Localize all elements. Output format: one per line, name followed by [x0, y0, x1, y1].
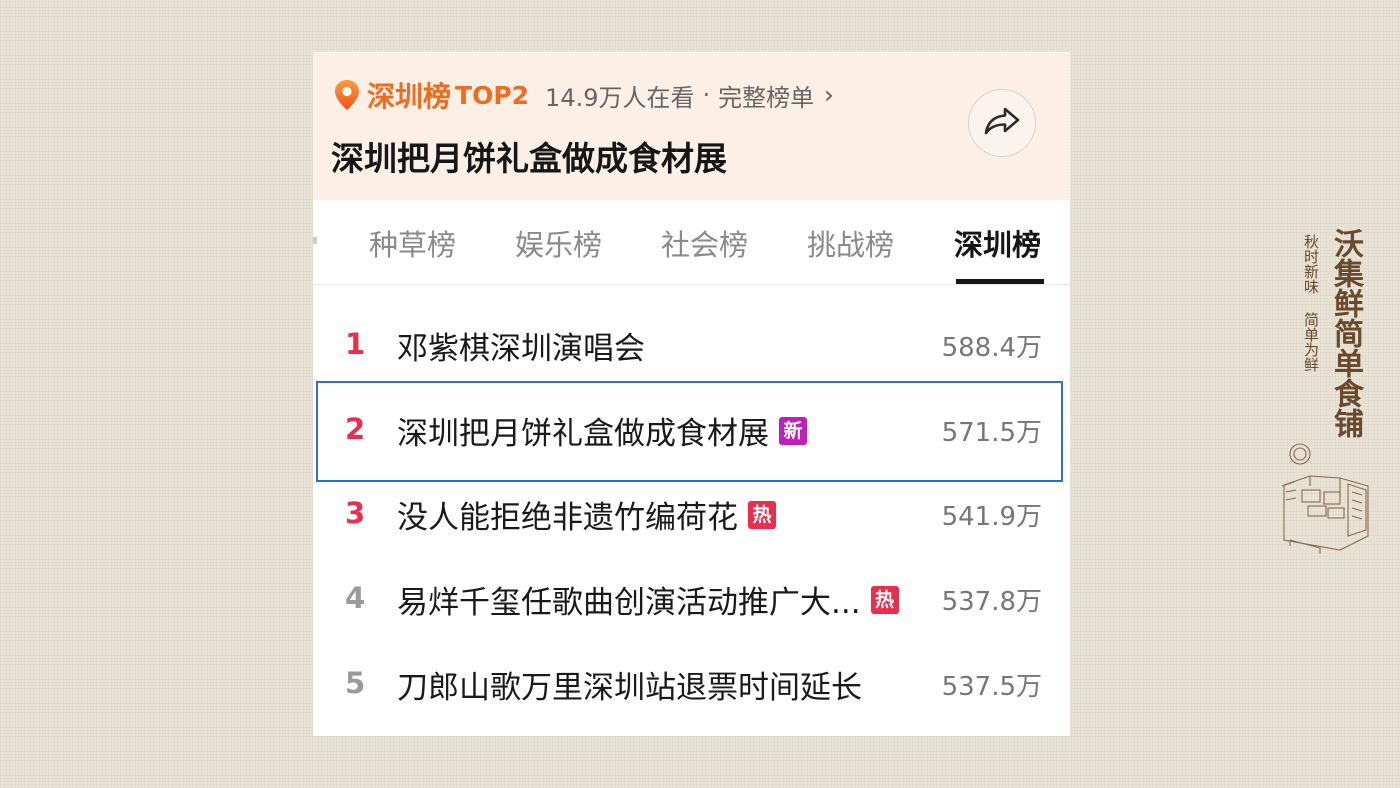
list-item-title: 没人能拒绝非遗竹编荷花 热 — [397, 492, 776, 537]
share-arrow-icon — [983, 106, 1021, 140]
rank-number: 1 — [345, 327, 366, 361]
rank-number: 5 — [345, 666, 366, 700]
heat-count: 588.4万 — [941, 333, 1042, 363]
tab-zhongcao[interactable]: 种草榜 — [369, 222, 456, 264]
full-list-link[interactable]: 完整榜单 — [718, 78, 814, 113]
rank-position: TOP2 — [455, 80, 530, 110]
brand-illustration — [1280, 440, 1372, 555]
heat-count: 537.5万 — [941, 672, 1042, 702]
heat-count: 537.8万 — [941, 587, 1042, 617]
brand-slogan: 秋时新味 简单为鲜 — [1302, 234, 1320, 372]
rank-number: 3 — [345, 496, 366, 530]
tab-bar: ▪ 种草榜 娱乐榜 社会榜 挑战榜 深圳榜 — [313, 200, 1070, 285]
list-item[interactable]: 5 刀郎山歌万里深圳站退票时间延长 537.5万 — [313, 642, 1070, 726]
topic-title: 深圳把月饼礼盒做成食材展 — [331, 139, 727, 178]
heat-count: 541.9万 — [941, 502, 1042, 532]
tab-shenzhen[interactable]: 深圳榜 — [954, 222, 1041, 264]
list-item-title: 易烊千玺任歌曲创演活动推广大... 热 — [397, 577, 899, 622]
rank-line[interactable]: 深圳榜 TOP2 14.9万人在看 · 完整榜单 › — [333, 78, 834, 113]
active-tab-indicator — [956, 279, 1044, 284]
share-button[interactable] — [968, 89, 1036, 157]
list-item-title: 刀郎山歌万里深圳站退票时间延长 — [397, 662, 862, 707]
location-pin-icon — [333, 79, 361, 111]
list-item-text: 没人能拒绝非遗竹编荷花 — [397, 500, 738, 536]
list-item-text: 易烊千玺任歌曲创演活动推广大... — [397, 585, 861, 621]
brand-name: 沃集鲜简单食铺 — [1328, 228, 1363, 438]
tab-scroll-edge: ▪ — [313, 232, 319, 248]
list-item-title: 邓紫棋深圳演唱会 — [397, 323, 645, 368]
rank-name: 深圳榜 — [367, 80, 452, 113]
list-item[interactable]: 3 没人能拒绝非遗竹编荷花 热 541.9万 — [313, 472, 1070, 556]
list-item[interactable]: 4 易烊千玺任歌曲创演活动推广大... 热 537.8万 — [313, 557, 1070, 641]
tab-society[interactable]: 社会榜 — [661, 222, 748, 264]
topic-header: 深圳榜 TOP2 14.9万人在看 · 完整榜单 › 深圳把月饼礼盒做成食材展 — [313, 52, 1070, 200]
rank-number: 4 — [345, 581, 366, 615]
list-item-text: 刀郎山歌万里深圳站退票时间延长 — [397, 670, 862, 706]
tab-challenge[interactable]: 挑战榜 — [807, 222, 894, 264]
tab-entertainment[interactable]: 娱乐榜 — [515, 222, 602, 264]
list-item-text: 邓紫棋深圳演唱会 — [397, 331, 645, 367]
selected-item-highlight — [316, 381, 1063, 482]
meta-separator: · — [702, 81, 711, 109]
chevron-right-icon[interactable]: › — [824, 81, 834, 109]
viewer-count: 14.9万人在看 — [545, 83, 695, 112]
list-item[interactable]: 1 邓紫棋深圳演唱会 588.4万 — [313, 303, 1070, 387]
hot-badge: 热 — [748, 500, 776, 529]
hot-list-card: 深圳榜 TOP2 14.9万人在看 · 完整榜单 › 深圳把月饼礼盒做成食材展 … — [313, 52, 1070, 736]
hot-badge: 热 — [870, 585, 899, 614]
